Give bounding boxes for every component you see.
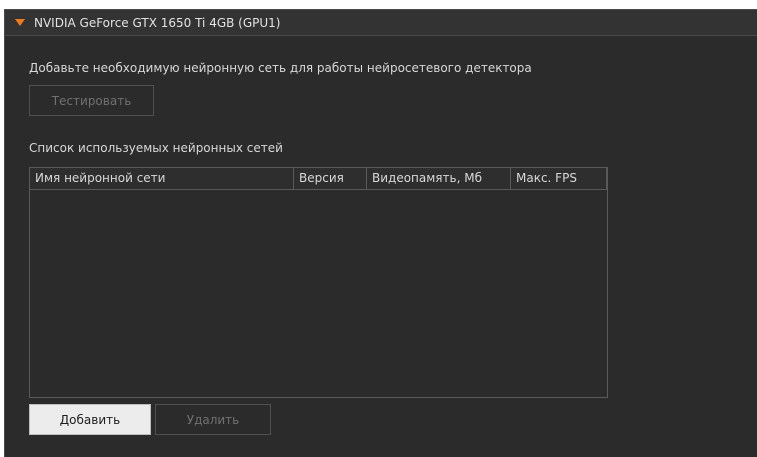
column-header-network-name[interactable]: Имя нейронной сети (30, 168, 294, 189)
network-table-header: Имя нейронной сети Версия Видеопамять, М… (30, 168, 607, 190)
column-header-video-memory[interactable]: Видеопамять, Мб (367, 168, 511, 189)
network-table[interactable]: Имя нейронной сети Версия Видеопамять, М… (29, 167, 608, 398)
column-header-max-fps[interactable]: Макс. FPS (511, 168, 607, 189)
network-list-label: Список используемых нейронных сетей (29, 141, 283, 155)
info-text: Добавьте необходимую нейронную сеть для … (29, 61, 532, 75)
add-button[interactable]: Добавить (29, 404, 151, 435)
test-button[interactable]: Тестировать (29, 85, 154, 116)
gpu-panel-header[interactable]: NVIDIA GeForce GTX 1650 Ti 4GB (GPU1) (5, 10, 757, 36)
gpu-panel-title: NVIDIA GeForce GTX 1650 Ti 4GB (GPU1) (34, 15, 281, 30)
delete-button[interactable]: Удалить (155, 404, 271, 435)
column-header-version[interactable]: Версия (294, 168, 367, 189)
triangle-down-icon[interactable] (15, 19, 25, 26)
